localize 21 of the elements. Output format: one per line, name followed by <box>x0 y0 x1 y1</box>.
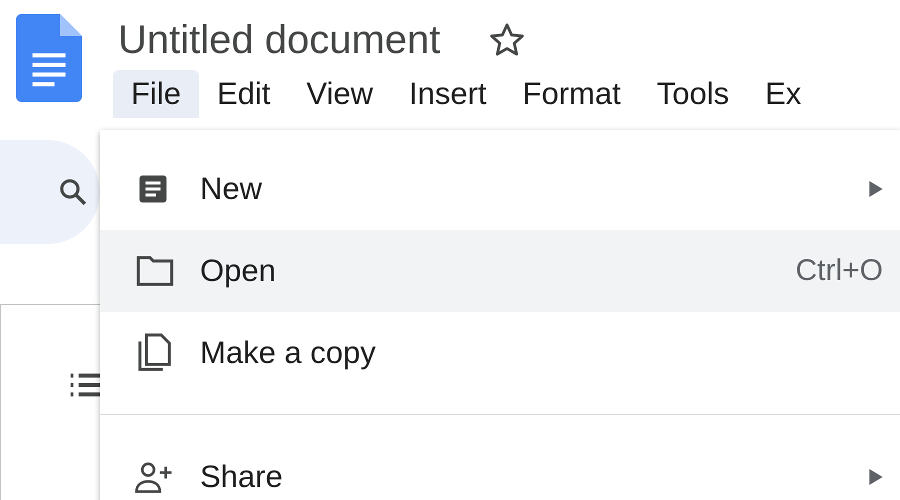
document-title[interactable]: Untitled document <box>118 14 440 66</box>
menu-item[interactable]: Make a copy <box>100 312 900 394</box>
folder-icon <box>135 254 175 288</box>
menu-tab[interactable]: Ex <box>747 70 820 118</box>
search-icon <box>58 177 88 207</box>
menu-tab[interactable]: Insert <box>391 70 505 118</box>
menu-item-label: Make a copy <box>200 335 377 371</box>
menu-tab[interactable]: Tools <box>638 70 748 118</box>
person-add-icon <box>135 460 173 494</box>
menu-tab[interactable]: File <box>113 70 199 118</box>
menu-item-label: Open <box>200 253 277 289</box>
menu-item[interactable]: Open Ctrl+O <box>100 230 900 312</box>
menu-item[interactable]: Share <box>100 436 900 500</box>
docs-logo-icon <box>15 14 83 102</box>
menu-tab[interactable]: Edit <box>198 70 288 118</box>
menu-tab[interactable]: Format <box>504 70 639 118</box>
menu-item-label: New <box>200 171 264 207</box>
menu-item-label: Share <box>200 459 284 495</box>
menu-tab[interactable]: View <box>288 70 392 118</box>
keyboard-shortcut: Ctrl+O <box>795 254 883 288</box>
menu-item[interactable]: New <box>100 148 900 230</box>
